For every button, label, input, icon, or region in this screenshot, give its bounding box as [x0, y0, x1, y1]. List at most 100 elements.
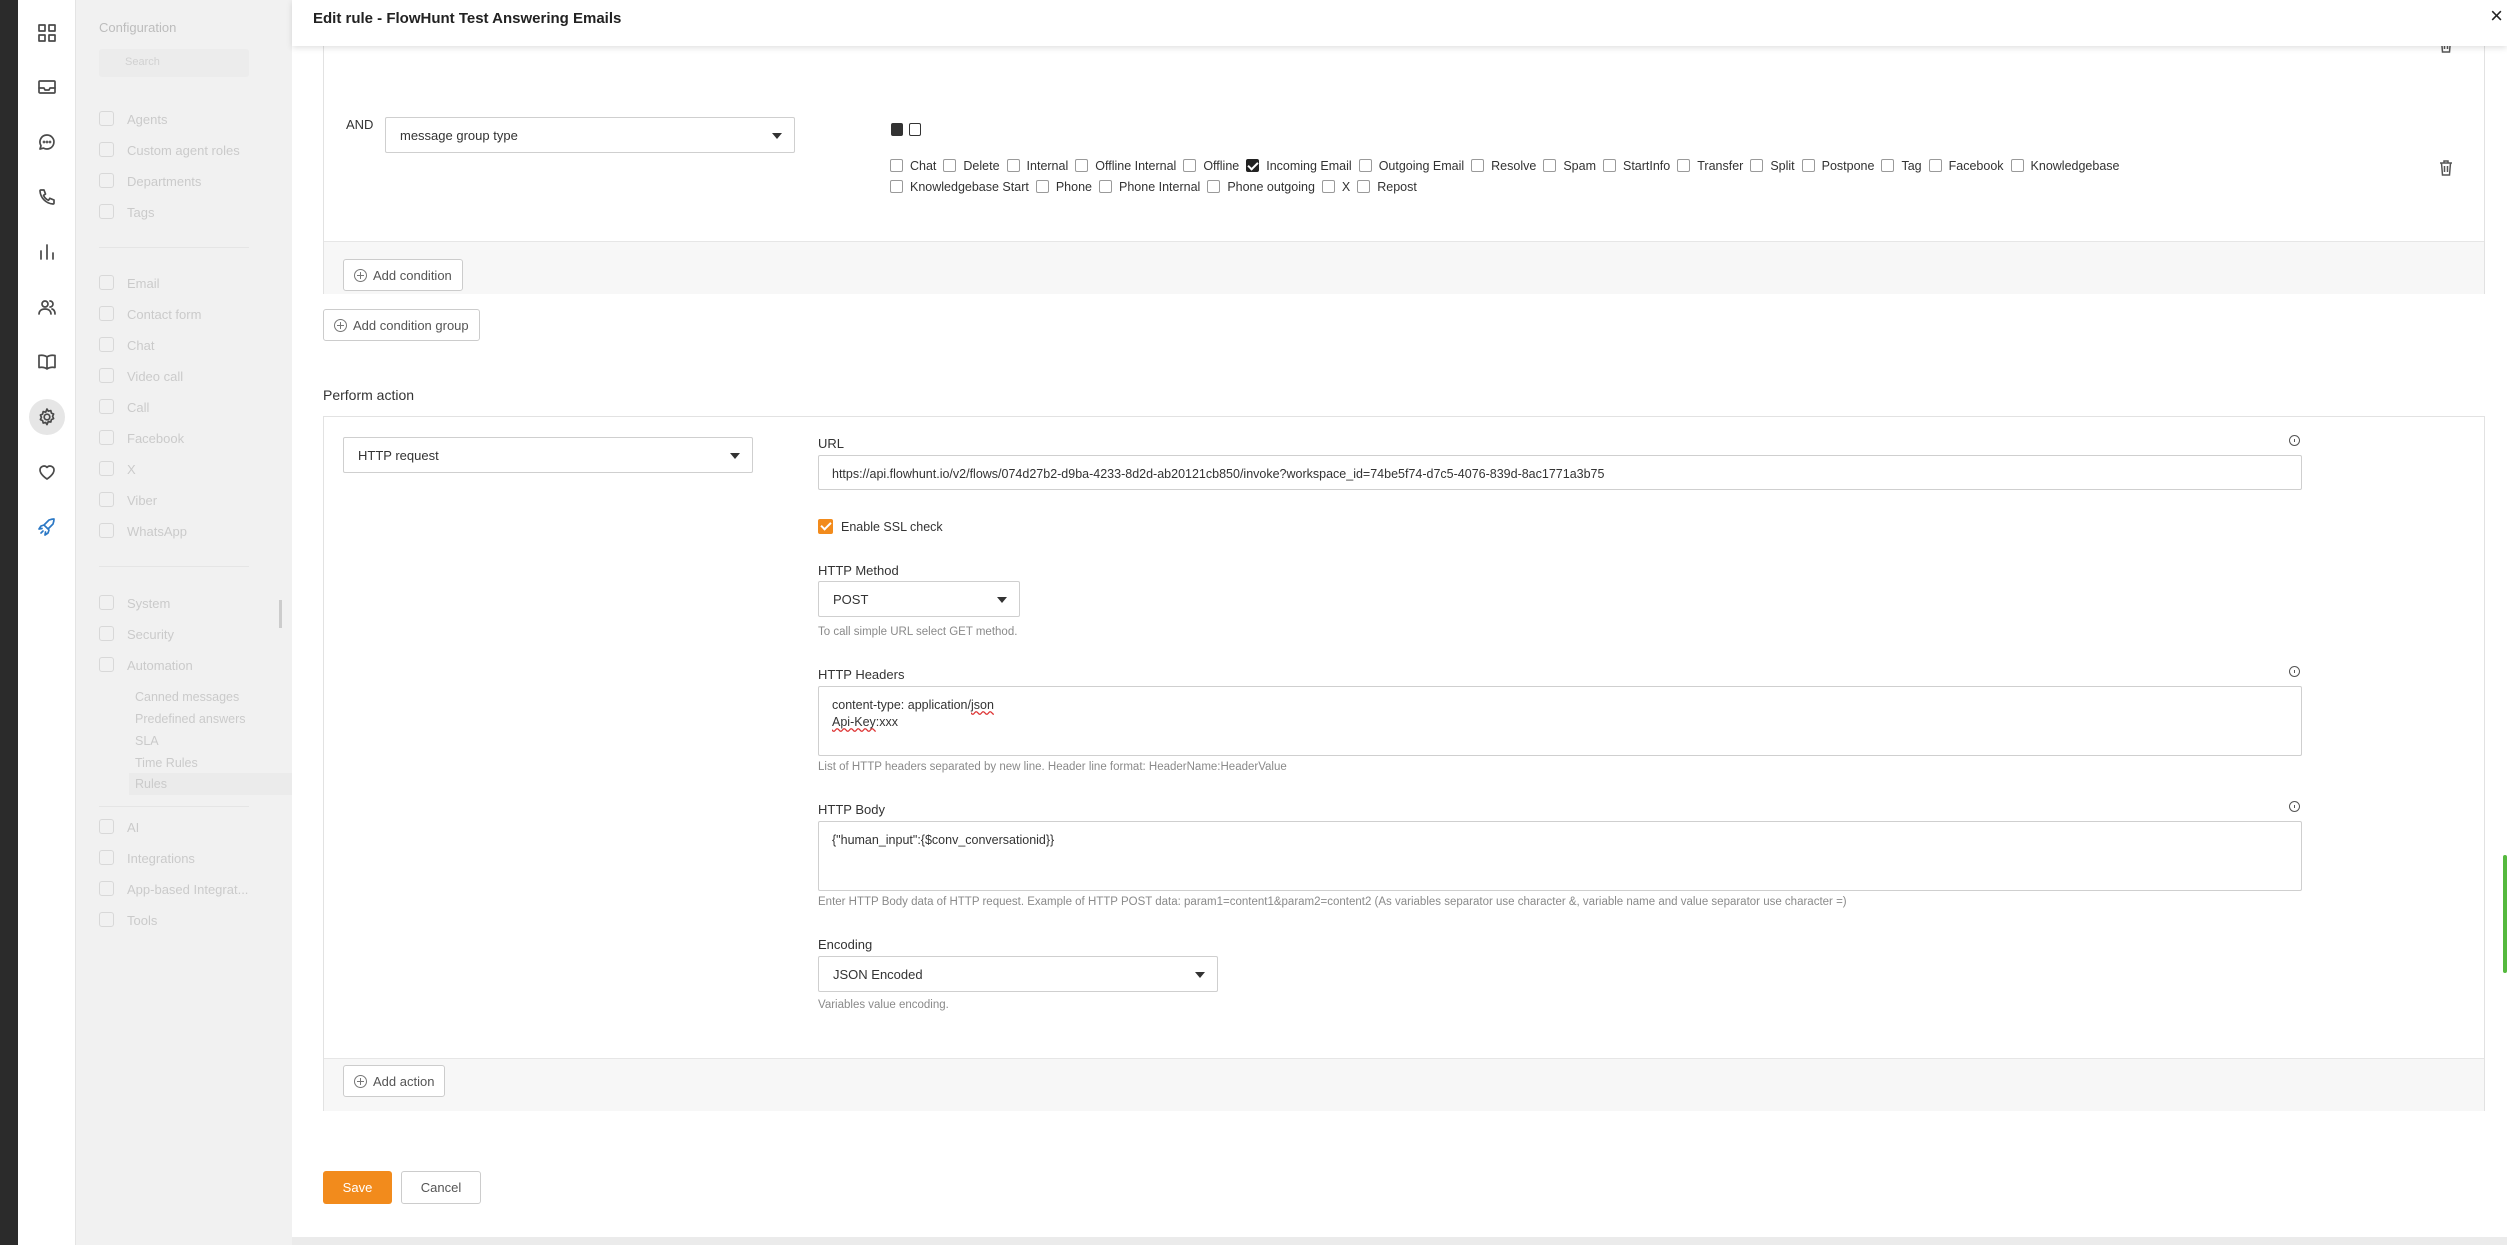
http-headers-textarea[interactable]: content-type: application/json Api-Key:x…	[818, 686, 2302, 756]
checkbox-icon[interactable]	[1471, 159, 1485, 172]
message-group-option[interactable]: Phone Internal	[1099, 180, 1200, 194]
checkbox-icon[interactable]	[1928, 159, 1942, 172]
message-group-option[interactable]: Knowledgebase	[2010, 159, 2120, 173]
message-group-option[interactable]: Knowledgebase Start	[890, 180, 1029, 194]
sidebar-subitem[interactable]: Predefined answers	[135, 712, 245, 726]
sidebar-item[interactable]: Automation	[99, 657, 193, 673]
sidebar-item[interactable]: X	[99, 461, 136, 477]
sidebar-item[interactable]: Departments	[99, 173, 201, 189]
message-group-option[interactable]: Transfer	[1677, 159, 1743, 173]
mail-icon[interactable]	[29, 69, 65, 105]
sidebar-item[interactable]: Agents	[99, 111, 167, 127]
sidebar-subitem[interactable]: Canned messages	[135, 690, 239, 704]
info-icon[interactable]	[2289, 435, 2300, 446]
checkbox-icon[interactable]	[1207, 180, 1221, 193]
ssl-checkbox[interactable]: Enable SSL check	[818, 519, 943, 534]
message-group-option[interactable]: Offline	[1183, 159, 1239, 173]
sidebar-item[interactable]: Contact form	[99, 306, 201, 322]
message-group-option[interactable]: Repost	[1357, 180, 1417, 194]
chat-icon[interactable]	[29, 124, 65, 160]
sidebar-item[interactable]: Email	[99, 275, 160, 291]
message-group-option[interactable]: Facebook	[1928, 159, 2004, 173]
settings-icon[interactable]	[29, 399, 65, 435]
sidebar-subitem-rules[interactable]: Rules	[135, 777, 167, 791]
contacts-icon[interactable]	[29, 289, 65, 325]
sidebar-subitem[interactable]: SLA	[135, 734, 159, 748]
sidebar-item[interactable]: Integrations	[99, 850, 195, 866]
message-group-option[interactable]: Tag	[1881, 159, 1922, 173]
heart-icon[interactable]	[29, 454, 65, 490]
close-icon[interactable]: ×	[2490, 5, 2503, 27]
message-group-option[interactable]: Incoming Email	[1246, 159, 1352, 173]
sidebar-item[interactable]: WhatsApp	[99, 523, 187, 539]
checkbox-icon[interactable]	[1602, 159, 1616, 172]
sidebar-search-input[interactable]: Search	[99, 49, 249, 77]
sidebar-item[interactable]: Security	[99, 626, 174, 642]
checkbox-icon[interactable]	[1099, 180, 1112, 193]
sidebar-item[interactable]: Tags	[99, 204, 154, 220]
checkbox-checked-icon[interactable]	[1246, 159, 1260, 172]
message-group-option[interactable]: StartInfo	[1602, 159, 1670, 173]
message-group-option[interactable]: Spam	[1543, 159, 1596, 173]
knowledgebase-icon[interactable]	[29, 344, 65, 380]
feedback-tab[interactable]	[2503, 855, 2507, 973]
message-group-option[interactable]: Chat	[890, 159, 936, 173]
checkbox-icon[interactable]	[1357, 180, 1371, 193]
message-group-option[interactable]: Phone outgoing	[1207, 180, 1315, 194]
checkbox-icon[interactable]	[1075, 159, 1089, 172]
message-group-option[interactable]: Internal	[1006, 159, 1068, 173]
cancel-button[interactable]: Cancel	[401, 1171, 481, 1204]
sidebar-item[interactable]: Viber	[99, 492, 157, 508]
checkbox-icon[interactable]	[1183, 159, 1197, 172]
sidebar-subitem[interactable]: Time Rules	[135, 756, 198, 770]
sidebar-item[interactable]: Chat	[99, 337, 154, 353]
phone-icon[interactable]	[29, 179, 65, 215]
checkbox-icon[interactable]	[890, 180, 903, 193]
message-group-option[interactable]: Resolve	[1471, 159, 1536, 173]
checkbox-icon[interactable]	[1801, 159, 1815, 172]
rocket-icon[interactable]	[29, 509, 65, 545]
http-method-select[interactable]: POST	[818, 581, 1020, 617]
sidebar-item[interactable]: Video call	[99, 368, 183, 384]
encoding-select[interactable]: JSON Encoded	[818, 956, 1218, 992]
checkbox-icon[interactable]	[943, 159, 957, 172]
sidebar-item[interactable]: Call	[99, 399, 149, 415]
sidebar-item[interactable]: System	[99, 595, 170, 611]
checkbox-icon[interactable]	[1321, 180, 1335, 193]
checkbox-icon[interactable]	[890, 159, 903, 172]
checkbox-icon[interactable]	[1543, 159, 1557, 172]
action-type-select[interactable]: HTTP request	[343, 437, 753, 473]
sidebar-item[interactable]: AI	[99, 819, 139, 835]
checkbox-icon[interactable]	[1035, 180, 1049, 193]
message-group-option[interactable]: Outgoing Email	[1358, 159, 1464, 173]
http-body-textarea[interactable]: {"human_input":{$conv_conversationid}}	[818, 821, 2302, 891]
add-condition-button[interactable]: Add condition	[343, 259, 463, 291]
reports-icon[interactable]	[29, 234, 65, 270]
select-all-icon[interactable]	[891, 123, 903, 136]
sidebar-item[interactable]: Custom agent roles	[99, 142, 240, 158]
dashboard-icon[interactable]	[29, 15, 65, 51]
message-group-option[interactable]: X	[1321, 180, 1350, 194]
delete-icon[interactable]	[2439, 160, 2453, 176]
message-group-option[interactable]: Offline Internal	[1075, 159, 1176, 173]
info-icon[interactable]	[2289, 666, 2300, 677]
add-action-button[interactable]: Add action	[343, 1065, 446, 1097]
save-button[interactable]: Save	[323, 1171, 392, 1204]
sidebar-item[interactable]: Facebook	[99, 430, 184, 446]
condition-field-select[interactable]: message group type	[385, 117, 795, 153]
message-group-option[interactable]: Delete	[943, 159, 1000, 173]
checkbox-icon[interactable]	[1677, 159, 1691, 172]
checkbox-icon[interactable]	[1881, 159, 1895, 172]
info-icon[interactable]	[2289, 801, 2300, 812]
sidebar-item[interactable]: Tools	[99, 912, 157, 928]
message-group-option[interactable]: Split	[1750, 159, 1795, 173]
checkbox-icon[interactable]	[1750, 159, 1764, 172]
sidebar-item[interactable]: App-based Integrat...	[99, 881, 248, 897]
sidebar-scrollbar[interactable]	[279, 600, 282, 628]
message-group-option[interactable]: Phone	[1035, 180, 1092, 194]
checkbox-icon[interactable]	[1006, 159, 1020, 172]
checkbox-icon[interactable]	[2010, 159, 2024, 172]
url-input[interactable]: https://api.flowhunt.io/v2/flows/074d27b…	[818, 455, 2302, 490]
message-group-option[interactable]: Postpone	[1801, 159, 1874, 173]
checkbox-icon[interactable]	[1358, 159, 1372, 172]
